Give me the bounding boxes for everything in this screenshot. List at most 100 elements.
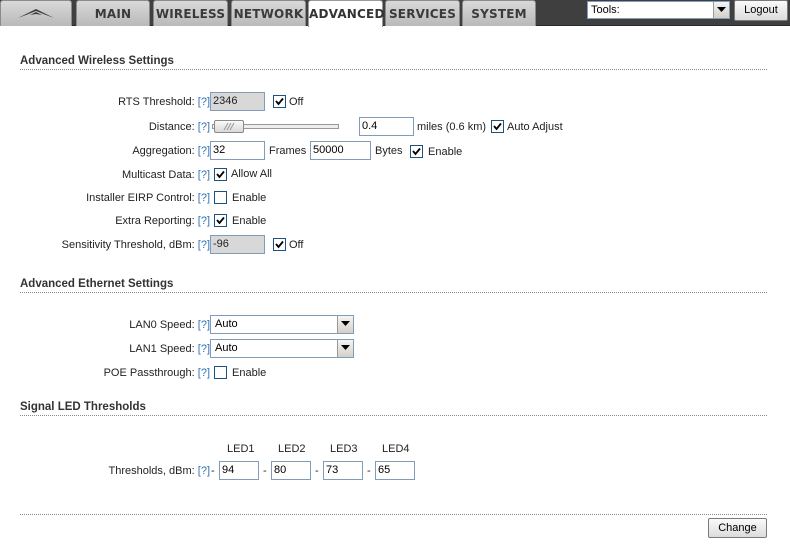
- distance-label: Distance: [?]: [0, 121, 210, 133]
- poe-enable-checkbox[interactable]: [214, 366, 227, 379]
- led4-threshold-input[interactable]: 65: [375, 461, 415, 480]
- aggregation-bytes-input[interactable]: 50000: [310, 141, 371, 160]
- auto-adjust-label: Auto Adjust: [507, 121, 563, 133]
- grip-icon: [223, 122, 235, 131]
- extra-reporting-label: Extra Reporting: [?]: [0, 215, 210, 227]
- aggregation-frames-input[interactable]: 32: [210, 141, 265, 160]
- tab-main[interactable]: MAIN: [76, 0, 150, 26]
- help-link[interactable]: [?]: [198, 367, 210, 379]
- lan1-speed-value: Auto: [215, 342, 238, 354]
- tab-wireless[interactable]: WIRELESS: [153, 0, 228, 26]
- lan1-speed-label: LAN1 Speed: [?]: [0, 343, 210, 355]
- extra-reporting-enable-label: Enable: [232, 215, 267, 227]
- multicast-label: Multicast Data: [?]: [0, 169, 210, 181]
- rts-threshold-label: RTS Threshold: [?]: [0, 96, 210, 108]
- tools-dropdown[interactable]: Tools:: [587, 1, 730, 19]
- lan0-speed-label-text: LAN0 Speed:: [129, 319, 195, 331]
- extra-reporting-enable-checkbox[interactable]: [214, 214, 227, 227]
- aggregation-label-text: Aggregation:: [132, 145, 195, 157]
- rts-off-label: Off: [289, 96, 304, 108]
- distance-slider-handle[interactable]: [213, 120, 244, 133]
- ubiquiti-logo-tab[interactable]: [0, 0, 72, 26]
- aggregation-label: Aggregation: [?]: [0, 145, 210, 157]
- bytes-label: Bytes: [375, 145, 403, 157]
- dash-separator: -: [211, 465, 215, 477]
- dash-separator: -: [263, 465, 267, 477]
- led-thresholds-label-text: Thresholds, dBm:: [108, 465, 195, 477]
- checkmark-icon: [493, 122, 502, 131]
- chevron-down-icon[interactable]: [337, 316, 353, 333]
- distance-label-text: Distance:: [148, 121, 195, 133]
- led2-header: LED2: [278, 443, 306, 455]
- poe-enable-label: Enable: [232, 367, 267, 379]
- help-link[interactable]: [?]: [198, 319, 210, 331]
- tab-system[interactable]: SYSTEM: [462, 0, 536, 26]
- lan0-speed-label: LAN0 Speed: [?]: [0, 319, 210, 331]
- tab-services[interactable]: SERVICES: [385, 0, 460, 26]
- multicast-allow-all-label: Allow All: [231, 168, 272, 180]
- checkmark-icon: [275, 240, 284, 249]
- help-link[interactable]: [?]: [198, 215, 210, 227]
- led-thresholds-label: Thresholds, dBm: [?]: [0, 465, 211, 477]
- tab-advanced[interactable]: ADVANCED: [308, 0, 384, 27]
- help-link[interactable]: [?]: [198, 343, 210, 355]
- chevron-down-icon[interactable]: [337, 340, 353, 357]
- checkmark-icon: [216, 170, 225, 179]
- frames-label: Frames: [269, 145, 307, 157]
- ubiquiti-logo-icon: [18, 9, 54, 18]
- lan1-speed-label-text: LAN1 Speed:: [129, 343, 195, 355]
- distance-unit-text: miles (0.6 km): [417, 121, 487, 133]
- rts-threshold-input[interactable]: 2346: [210, 92, 265, 111]
- help-link[interactable]: [?]: [198, 192, 210, 204]
- led1-header: LED1: [227, 443, 255, 455]
- help-link[interactable]: [?]: [198, 169, 210, 181]
- tools-dropdown-value: Tools:: [591, 4, 620, 16]
- sensitivity-off-label: Off: [289, 239, 304, 251]
- footer-divider: [20, 514, 767, 515]
- poe-passthrough-label: POE Passthrough: [?]: [0, 367, 210, 379]
- lan0-speed-value: Auto: [215, 318, 238, 330]
- led3-threshold-input[interactable]: 73: [323, 461, 363, 480]
- wireless-section-title: Advanced Wireless Settings: [20, 55, 767, 70]
- eirp-enable-checkbox[interactable]: [214, 191, 227, 204]
- sensitivity-threshold-label: Sensitivity Threshold, dBm: [?]: [0, 239, 210, 251]
- chevron-down-icon[interactable]: [713, 2, 729, 18]
- logout-button[interactable]: Logout: [734, 0, 788, 21]
- rts-off-checkbox[interactable]: [273, 95, 286, 108]
- auto-adjust-checkbox[interactable]: [491, 120, 504, 133]
- rts-threshold-label-text: RTS Threshold:: [118, 96, 195, 108]
- lan0-speed-select[interactable]: Auto: [210, 315, 354, 334]
- checkmark-icon: [216, 216, 225, 225]
- extra-reporting-label-text: Extra Reporting:: [115, 215, 195, 227]
- poe-passthrough-label-text: POE Passthrough:: [103, 367, 195, 379]
- top-navigation-bar: MAIN WIRELESS NETWORK ADVANCED SERVICES …: [0, 0, 790, 27]
- help-link[interactable]: [?]: [198, 465, 210, 477]
- help-link[interactable]: [?]: [198, 239, 210, 251]
- eirp-control-label: Installer EIRP Control: [?]: [0, 192, 210, 204]
- aggregation-enable-checkbox[interactable]: [410, 145, 423, 158]
- led2-threshold-input[interactable]: 80: [271, 461, 311, 480]
- aggregation-enable-label: Enable: [428, 146, 463, 158]
- dash-separator: -: [367, 465, 371, 477]
- help-link[interactable]: [?]: [198, 145, 210, 157]
- ethernet-section-title: Advanced Ethernet Settings: [20, 278, 767, 293]
- checkmark-icon: [275, 97, 284, 106]
- sensitivity-off-checkbox[interactable]: [273, 238, 286, 251]
- distance-input[interactable]: 0.4: [359, 117, 414, 136]
- tab-network[interactable]: NETWORK: [231, 0, 306, 26]
- checkmark-icon: [412, 147, 421, 156]
- lan1-speed-select[interactable]: Auto: [210, 339, 354, 358]
- help-link[interactable]: [?]: [198, 96, 210, 108]
- sensitivity-threshold-input[interactable]: -96: [210, 235, 265, 254]
- multicast-label-text: Multicast Data:: [121, 169, 195, 181]
- led-section-title: Signal LED Thresholds: [20, 401, 767, 416]
- change-button[interactable]: Change: [708, 518, 767, 538]
- eirp-control-label-text: Installer EIRP Control:: [86, 192, 195, 204]
- eirp-enable-label: Enable: [232, 192, 267, 204]
- multicast-allow-all-checkbox[interactable]: [214, 168, 227, 181]
- dash-separator: -: [315, 465, 319, 477]
- led1-threshold-input[interactable]: 94: [219, 461, 259, 480]
- sensitivity-threshold-label-text: Sensitivity Threshold, dBm:: [61, 239, 195, 251]
- led3-header: LED3: [330, 443, 358, 455]
- help-link[interactable]: [?]: [198, 121, 210, 133]
